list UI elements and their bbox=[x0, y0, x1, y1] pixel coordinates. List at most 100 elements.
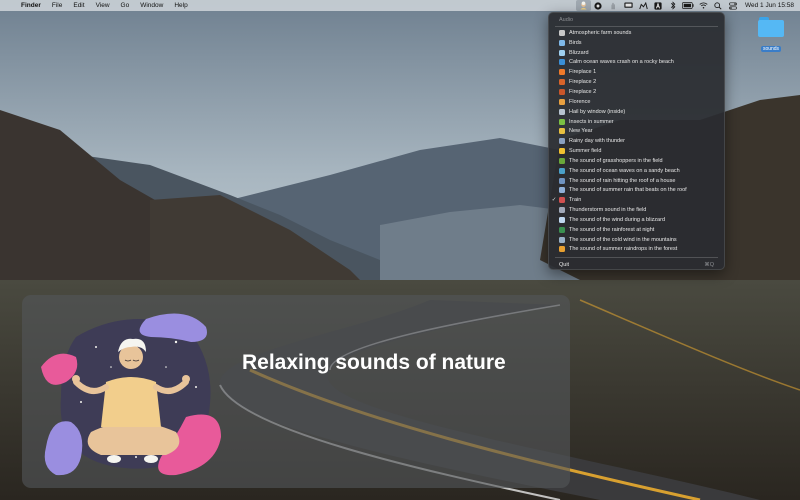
audio-menu-item[interactable]: Fireplace 2 bbox=[549, 87, 724, 97]
nature-sound-app-icon[interactable] bbox=[575, 0, 591, 11]
audio-menu-item[interactable]: The sound of grasshoppers in the field bbox=[549, 156, 724, 166]
sound-icon bbox=[559, 207, 565, 214]
display-icon[interactable] bbox=[621, 0, 636, 11]
audio-menu-item[interactable]: Calm ocean waves crash on a rocky beach bbox=[549, 58, 724, 68]
audio-menu-item[interactable]: ✓ Train bbox=[549, 195, 724, 205]
quit-menu-item[interactable]: Quit ⌘Q bbox=[559, 260, 714, 269]
audio-menu-item[interactable]: Fireplace 2 bbox=[549, 77, 724, 87]
audio-menu-item-label: The sound of the rainforest at night bbox=[569, 226, 655, 233]
audio-menu-item[interactable]: Fireplace 1 bbox=[549, 67, 724, 77]
audio-menu-item[interactable]: Insects in summer bbox=[549, 117, 724, 127]
audio-menu-item[interactable]: The sound of summer rain that beats on t… bbox=[549, 186, 724, 196]
folder-icon bbox=[758, 17, 784, 37]
audio-menu-item[interactable]: The sound of the rainforest at night bbox=[549, 225, 724, 235]
quit-shortcut: ⌘Q bbox=[704, 261, 714, 268]
control-center-icon[interactable] bbox=[726, 0, 741, 11]
sound-icon bbox=[559, 108, 565, 115]
battery-icon[interactable] bbox=[681, 0, 696, 11]
menu-file[interactable]: File bbox=[46, 0, 67, 11]
audio-menu-item-label: Blizzard bbox=[569, 49, 589, 56]
airdrop-icon[interactable] bbox=[636, 0, 651, 11]
checkmark-icon: ✓ bbox=[551, 197, 557, 204]
audio-list: Atmospheric farm sounds Birds Blizzard Calm… bbox=[549, 28, 724, 254]
sound-icon bbox=[559, 59, 565, 66]
audio-menu-item-label: The sound of rain hitting the roof of a … bbox=[569, 177, 676, 184]
sound-icon bbox=[559, 118, 565, 125]
menu-help[interactable]: Help bbox=[169, 0, 193, 11]
audio-menu-item-label: Insects in summer bbox=[569, 118, 614, 125]
promo-card: Relaxing sounds of nature bbox=[22, 295, 570, 488]
audio-menu-item-label: Calm ocean waves crash on a rocky beach bbox=[569, 59, 674, 66]
text-input-icon[interactable] bbox=[651, 0, 666, 11]
sound-icon bbox=[559, 246, 565, 253]
audio-menu-item[interactable]: Atmospheric farm sounds bbox=[549, 28, 724, 38]
audio-menu-item[interactable]: Florence bbox=[549, 97, 724, 107]
sound-icon bbox=[559, 138, 565, 145]
audio-menu-item-label: Fireplace 2 bbox=[569, 79, 597, 86]
menu-bar: Finder File Edit View Go Window Help Wed… bbox=[0, 0, 800, 11]
sound-icon bbox=[559, 79, 565, 86]
menu-window[interactable]: Window bbox=[135, 0, 169, 11]
audio-menu-item-label: Fireplace 2 bbox=[569, 88, 597, 95]
card-headline: Relaxing sounds of nature bbox=[242, 351, 506, 374]
sound-icon bbox=[559, 177, 565, 184]
audio-menu-item[interactable]: The sound of ocean waves on a sandy beac… bbox=[549, 166, 724, 176]
menu-clock[interactable]: Wed 1 Jun 15:58 bbox=[741, 2, 794, 9]
audio-menu-item[interactable]: The sound of the wind during a blizzard bbox=[549, 215, 724, 225]
app-menu-finder[interactable]: Finder bbox=[18, 0, 46, 11]
audio-menu-item-label: The sound of the wind during a blizzard bbox=[569, 216, 666, 223]
sound-icon bbox=[559, 98, 565, 105]
sound-icon bbox=[559, 29, 565, 36]
hand-icon[interactable] bbox=[606, 0, 621, 11]
menu-divider bbox=[555, 257, 718, 258]
audio-menu-item-label: New Year bbox=[569, 128, 593, 135]
sound-icon bbox=[559, 69, 565, 76]
audio-menu-item-label: The sound of summer rain that beats on t… bbox=[569, 187, 687, 194]
sound-icon bbox=[559, 187, 565, 194]
audio-menu-item[interactable]: Summer field bbox=[549, 146, 724, 156]
sound-icon bbox=[559, 236, 565, 243]
audio-menu-item[interactable]: The sound of summer raindrops in the for… bbox=[549, 245, 724, 255]
record-icon[interactable] bbox=[591, 0, 606, 11]
sound-icon bbox=[559, 39, 565, 46]
audio-menu-item-label: The sound of grasshoppers in the field bbox=[569, 157, 663, 164]
audio-menu-item[interactable]: Blizzard bbox=[549, 48, 724, 58]
audio-menu-item-label: The sound of summer raindrops in the for… bbox=[569, 246, 678, 253]
sound-icon bbox=[559, 88, 565, 95]
audio-menu-item-label: Hail by window (inside) bbox=[569, 108, 626, 115]
bluetooth-icon[interactable] bbox=[666, 0, 681, 11]
menu-divider bbox=[555, 26, 718, 27]
audio-menu-item-label: Atmospheric farm sounds bbox=[569, 29, 632, 36]
sound-icon bbox=[559, 157, 565, 164]
sound-icon bbox=[559, 148, 565, 155]
audio-menu-item-label: Birds bbox=[569, 39, 582, 46]
audio-menu-item[interactable]: Thunderstorm sound in the field bbox=[549, 205, 724, 215]
menu-section-header: Audio bbox=[559, 17, 574, 23]
sound-icon bbox=[559, 128, 565, 135]
desktop-folder[interactable]: sounds bbox=[756, 17, 786, 55]
sound-icon bbox=[559, 197, 565, 204]
menu-go[interactable]: Go bbox=[115, 0, 135, 11]
audio-menu-item[interactable]: The sound of the cold wind in the mounta… bbox=[549, 235, 724, 245]
audio-menu-item[interactable]: New Year bbox=[549, 126, 724, 136]
sound-icon bbox=[559, 167, 565, 174]
audio-menu-item[interactable]: Hail by window (inside) bbox=[549, 107, 724, 117]
menu-edit[interactable]: Edit bbox=[68, 0, 90, 11]
sound-icon bbox=[559, 226, 565, 233]
audio-menu-item[interactable]: Birds bbox=[549, 38, 724, 48]
audio-menu-item-label: The sound of ocean waves on a sandy beac… bbox=[569, 167, 680, 174]
audio-menu-item[interactable]: The sound of rain hitting the roof of a … bbox=[549, 176, 724, 186]
desktop-folder-label: sounds bbox=[760, 46, 782, 52]
wifi-icon[interactable] bbox=[696, 0, 711, 11]
audio-menu-item[interactable]: Rainy day with thunder bbox=[549, 136, 724, 146]
audio-menu-item-label: The sound of the cold wind in the mounta… bbox=[569, 236, 677, 243]
sound-icon bbox=[559, 216, 565, 223]
audio-menu-item-label: Florence bbox=[569, 98, 591, 105]
audio-dropdown-menu: Audio Atmospheric farm sounds Birds Blizza… bbox=[548, 12, 725, 270]
menu-view[interactable]: View bbox=[90, 0, 115, 11]
status-area: Wed 1 Jun 15:58 bbox=[575, 0, 794, 11]
audio-menu-item-label: Rainy day with thunder bbox=[569, 138, 625, 145]
sound-icon bbox=[559, 49, 565, 56]
meditation-illustration bbox=[36, 307, 226, 482]
search-icon[interactable] bbox=[711, 0, 726, 11]
